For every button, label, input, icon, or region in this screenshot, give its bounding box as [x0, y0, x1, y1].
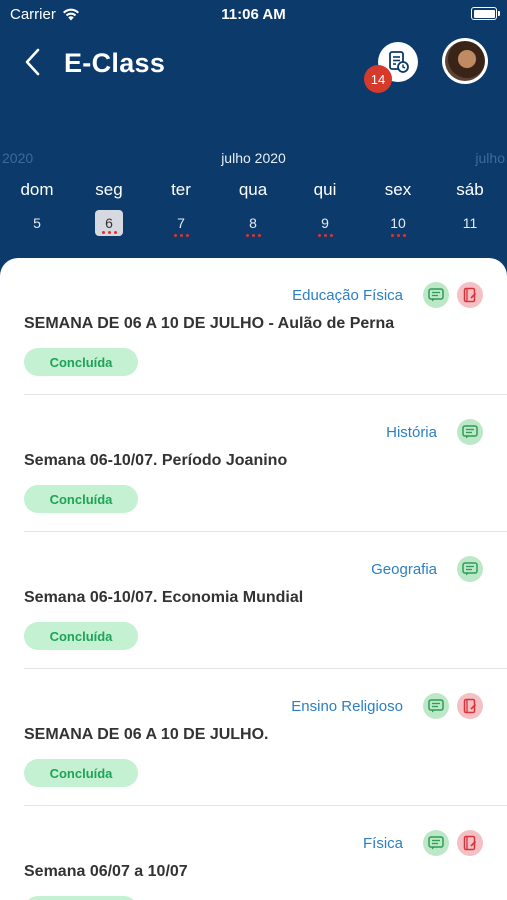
day-number: 7 [177, 215, 185, 231]
day-name: qui [313, 180, 337, 199]
activity-dots [151, 234, 211, 240]
homework-icon[interactable] [457, 693, 483, 719]
day-number: 5 [33, 215, 41, 231]
day-name: dom [20, 180, 54, 199]
lesson-list: Educação Física SEMANA DE 06 A 10 DE JULH… [0, 258, 507, 900]
chevron-left-icon [25, 48, 40, 76]
status-badge: Concluída [24, 485, 138, 513]
day-name: sex [384, 180, 412, 199]
lesson-card[interactable]: Física Semana 06/07 a 10/07 Concluída [24, 806, 507, 900]
chat-icon[interactable] [457, 556, 483, 582]
activity-dots [368, 234, 428, 240]
chat-icon[interactable] [423, 830, 449, 856]
status-badge: Concluída [24, 896, 138, 900]
calendar-day[interactable]: sex 10 [368, 180, 428, 240]
lesson-card[interactable]: Educação Física SEMANA DE 06 A 10 DE JULH… [24, 258, 507, 395]
month-label: julho 2020 [221, 150, 286, 166]
notifications-button[interactable]: 14 [364, 42, 418, 93]
day-number: 8 [249, 215, 257, 231]
status-badge: Concluída [24, 622, 138, 650]
day-name: qua [238, 180, 268, 199]
activity-dots [295, 234, 355, 240]
calendar-day[interactable]: dom 5 [7, 180, 67, 240]
nav-header: E-Class 14 [0, 28, 507, 108]
notification-badge: 14 [364, 65, 392, 93]
day-number: 11 [462, 215, 478, 231]
avatar[interactable] [442, 38, 488, 84]
chat-icon[interactable] [457, 419, 483, 445]
lesson-meta: Física [363, 830, 483, 856]
lesson-subject: Física [362, 834, 403, 852]
calendar-day[interactable]: qui 9 [295, 180, 355, 240]
lesson-card[interactable]: Ensino Religioso SEMANA DE 06 A 10 DE JUL… [24, 669, 507, 806]
week-calendar: 2020 julho 2020 julho dom 5 seg 6 ter 7 qua 8 qu… [0, 140, 507, 250]
calendar-day[interactable]: qua 8 [223, 180, 283, 240]
battery-icon [471, 7, 500, 20]
next-period-label[interactable]: julho [475, 150, 505, 166]
homework-icon[interactable] [457, 830, 483, 856]
chat-icon[interactable] [423, 693, 449, 719]
lesson-card[interactable]: História Semana 06-10/07. Período Joanino… [24, 395, 507, 532]
day-number: 9 [321, 215, 329, 231]
lesson-card[interactable]: Geografia Semana 06-10/07. Economia Mundi… [24, 532, 507, 669]
lesson-title: Semana 06-10/07. Período Joanino [24, 452, 288, 469]
calendar-day[interactable]: sáb 11 [440, 180, 500, 240]
clock: 11:06 AM [221, 6, 286, 23]
lesson-meta: História [386, 419, 483, 445]
day-name: ter [171, 180, 191, 199]
calendar-day[interactable]: ter 7 [151, 180, 211, 240]
lesson-title: Semana 06/07 a 10/07 [24, 863, 188, 880]
lesson-title: Semana 06-10/07. Economia Mundial [24, 589, 304, 606]
lesson-subject: Geografia [371, 560, 437, 578]
calendar-day[interactable]: seg 6 [79, 180, 139, 237]
lesson-subject: Educação Física [292, 286, 403, 304]
lesson-subject: Ensino Religioso [291, 697, 403, 715]
lessons-sheet: Educação Física SEMANA DE 06 A 10 DE JULH… [0, 258, 507, 900]
lesson-meta: Ensino Religioso [291, 693, 483, 719]
day-number: 10 [390, 215, 406, 231]
status-badge: Concluída [24, 348, 138, 376]
day-name: sáb [456, 180, 484, 199]
week-days: dom 5 seg 6 ter 7 qua 8 qui 9 sex 10 sáb 11 [0, 180, 507, 240]
chat-icon[interactable] [423, 282, 449, 308]
homework-icon[interactable] [457, 282, 483, 308]
lesson-meta: Geografia [371, 556, 483, 582]
page-title: E-Class [64, 48, 166, 78]
avatar-photo [445, 41, 485, 81]
back-button[interactable] [18, 46, 46, 78]
status-badge: Concluída [24, 759, 138, 787]
activity-dots [223, 234, 283, 240]
day-name: seg [95, 180, 123, 199]
lesson-subject: História [386, 423, 437, 441]
lesson-title: SEMANA DE 06 A 10 DE JULHO. [24, 726, 269, 743]
lesson-meta: Educação Física [292, 282, 483, 308]
lesson-title: SEMANA DE 06 A 10 DE JULHO - Aulão de Pe… [24, 315, 395, 332]
status-bar: Carrier 11:06 AM [0, 0, 507, 28]
